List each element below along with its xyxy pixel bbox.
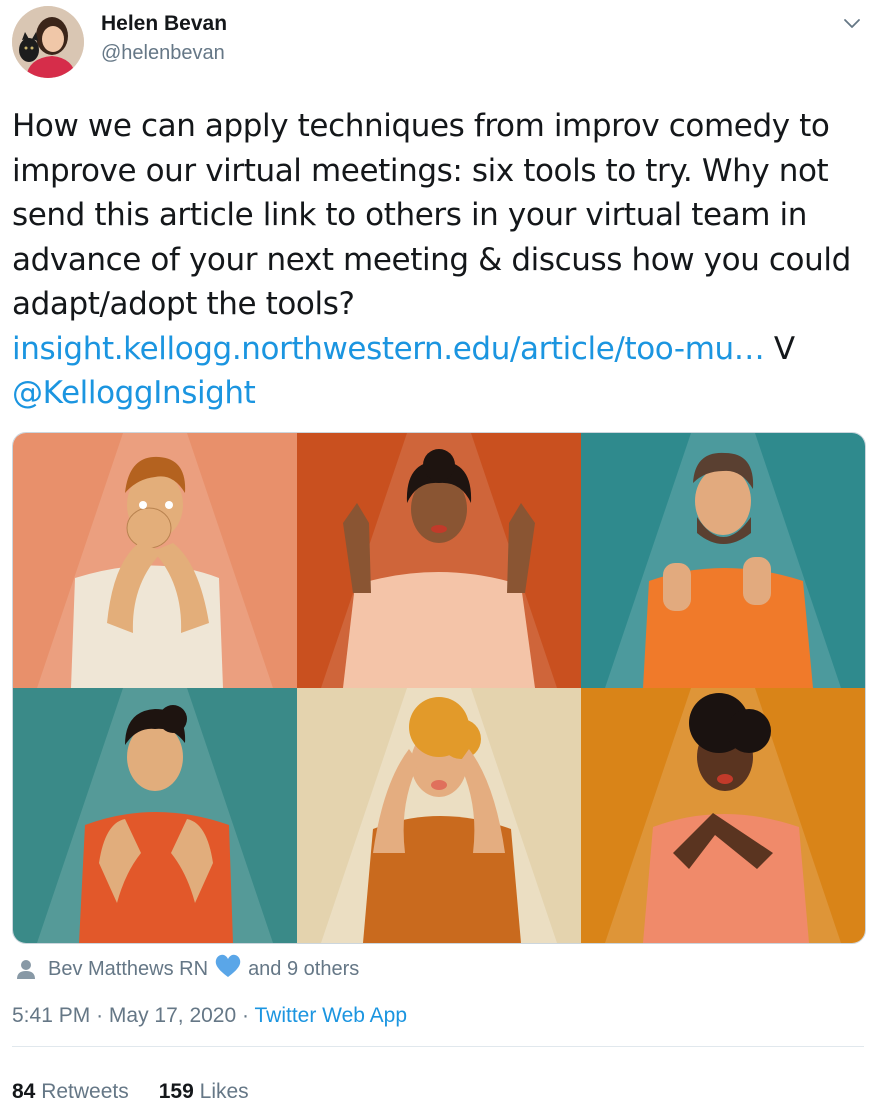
separator: · (96, 1004, 104, 1027)
tweet-body: How we can apply techniques from improv … (12, 108, 851, 322)
retweets-stat[interactable]: 84 Retweets (12, 1080, 129, 1103)
retweets-label: Retweets (41, 1080, 129, 1103)
likes-stat[interactable]: 159 Likes (159, 1080, 249, 1103)
tweet-source[interactable]: Twitter Web App (254, 1004, 407, 1027)
tweet-image[interactable] (12, 432, 866, 944)
via-text: V (773, 330, 795, 367)
heart-icon (214, 953, 242, 985)
liker-name[interactable]: Bev Matthews RN (48, 958, 208, 981)
article-link[interactable]: insight.kellogg.northwestern.edu/article… (12, 331, 765, 367)
divider (12, 1046, 864, 1047)
separator: · (242, 1004, 250, 1027)
tweet-text: How we can apply techniques from improv … (12, 104, 872, 416)
tweet-time[interactable]: 5:41 PM (12, 1004, 90, 1027)
chevron-down-icon[interactable] (841, 12, 863, 34)
tweet: Helen Bevan @helenbevan How we can apply… (0, 0, 881, 1110)
avatar[interactable] (12, 6, 84, 78)
likers-suffix: and 9 others (248, 957, 360, 980)
tweet-stats: 84 Retweets 159 Likes (12, 1080, 249, 1104)
likers-row[interactable]: Bev Matthews RN and 9 others (16, 953, 359, 985)
retweets-count: 84 (12, 1080, 36, 1103)
author-handle[interactable]: @helenbevan (101, 42, 225, 65)
mention-link[interactable]: @KelloggInsight (12, 375, 256, 411)
likes-label: Likes (199, 1080, 249, 1103)
author-name[interactable]: Helen Bevan (101, 12, 227, 36)
likes-count: 159 (158, 1080, 194, 1103)
person-icon (17, 960, 35, 979)
tweet-meta: 5:41 PM · May 17, 2020 · Twitter Web App (12, 1004, 407, 1028)
tweet-date[interactable]: May 17, 2020 (109, 1004, 236, 1027)
